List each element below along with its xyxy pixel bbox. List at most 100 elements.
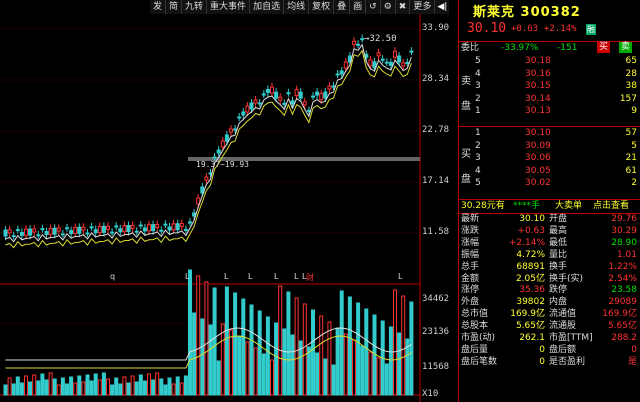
toolbar-item[interactable]: ⚙	[380, 0, 396, 14]
big-order-bar: 30.28元有 ****手 大卖单 点击查看	[459, 199, 640, 214]
candle-body	[15, 229, 20, 232]
bid-level-row[interactable]: 4 30.05 61	[459, 165, 640, 177]
candle-body	[151, 224, 156, 232]
toolbar-item[interactable]: 发	[150, 0, 167, 14]
volume-bar	[397, 332, 402, 396]
bid-level: 4	[475, 165, 481, 176]
bid-level-row[interactable]: 5 30.02 2	[459, 177, 640, 189]
ask-volume: 28	[625, 68, 637, 79]
toolbar-item[interactable]: 画	[350, 0, 367, 14]
ask-price: 30.15	[525, 81, 551, 91]
candle-body	[69, 230, 74, 235]
kline-chart-area[interactable]: 发简九转 重大事件 加自选 均线 复权叠画 ↺ ⚙ ✖ 更多 ◀| 33.90 28.34 22.…	[0, 0, 458, 402]
ask-level-row[interactable]: 4 30.16 28	[459, 68, 640, 80]
buy-button[interactable]: 买	[597, 42, 611, 53]
bid-level-row[interactable]: 1 30.10 57	[459, 127, 640, 139]
sell-button[interactable]: 卖	[619, 42, 633, 53]
volume-bar	[347, 296, 352, 396]
candle-body	[315, 91, 320, 96]
volume-bar	[290, 334, 295, 396]
ask-level-row[interactable]: 2 30.14 157	[459, 93, 640, 105]
volume-bar	[56, 384, 61, 396]
toolbar-item[interactable]: 均线	[284, 0, 310, 14]
stat-label: 市盈(动)	[461, 333, 496, 343]
candle-body	[339, 70, 344, 75]
candle-body	[28, 228, 33, 236]
volume-bar	[175, 376, 180, 396]
volume-bar	[114, 377, 119, 396]
stat-label: 换手	[549, 261, 568, 272]
toolbar-item[interactable]: 叠	[334, 0, 351, 14]
stat-value: 28.90	[611, 237, 637, 248]
toolbar-item[interactable]: 重大事件	[207, 0, 251, 14]
volume-bar	[286, 291, 291, 396]
toolbar-item[interactable]: 加自选	[250, 0, 285, 14]
volume-bar	[229, 329, 233, 396]
toolbar-item[interactable]: 九转	[182, 0, 208, 14]
volume-bar	[3, 384, 8, 396]
volume-bar	[179, 382, 184, 396]
candle-body	[356, 43, 361, 46]
volume-bar	[270, 359, 274, 396]
bid-volume: 21	[625, 153, 637, 163]
stat-value: 0	[631, 344, 637, 355]
volume-bar	[126, 382, 131, 396]
candle-body	[118, 228, 123, 233]
stat-label: 量比	[549, 249, 568, 260]
toolbar-item[interactable]: 更多	[410, 0, 436, 14]
stat-value: 29.76	[611, 214, 637, 224]
chart-toolbar: 发简九转 重大事件 加自选 均线 复权叠画 ↺ ⚙ ✖ 更多 ◀|	[150, 0, 450, 14]
volume-axis-label: 34462	[422, 294, 450, 304]
candle-body	[257, 102, 262, 105]
volume-bar	[384, 363, 389, 396]
toolbar-item[interactable]: 复权	[309, 0, 335, 14]
ask-level: 2	[475, 93, 481, 104]
volume-bar	[311, 309, 315, 396]
bid-level-row[interactable]: 3 30.06 21	[459, 152, 640, 164]
stat-value: 1.22%	[608, 261, 637, 272]
volume-bar	[200, 318, 205, 396]
kline-svg[interactable]	[0, 0, 458, 402]
stat-value: 262.1	[519, 333, 545, 343]
toolbar-item[interactable]: ✖	[395, 0, 411, 14]
candle-body	[409, 50, 414, 53]
stat-label: 流通值	[549, 309, 577, 320]
ask-level-row[interactable]: 5 30.18 65	[459, 55, 640, 67]
volume-bar	[364, 308, 369, 396]
volume-bar	[401, 295, 406, 396]
date-marker: 财	[306, 273, 314, 282]
toolbar-item[interactable]: ↺	[366, 0, 381, 14]
price-axis-label: 22.78	[422, 125, 450, 135]
candle-body	[368, 59, 373, 67]
candle-body	[405, 61, 410, 64]
bid-level-row[interactable]: 2 30.09 5	[459, 140, 640, 152]
volume-bar	[220, 323, 225, 396]
stat-row: 涨幅 +2.14% 最低 28.90	[459, 237, 640, 249]
toolbar-item[interactable]: 简	[166, 0, 183, 14]
ask-level-row[interactable]: 1 30.13 9	[459, 105, 640, 117]
last-price: 30.10	[467, 21, 507, 36]
big-order-price: 30.28元有	[461, 201, 505, 211]
candle-body	[56, 227, 61, 232]
ask-level: 1	[475, 106, 481, 116]
candle-body	[245, 105, 250, 113]
volume-bar	[155, 372, 160, 396]
volume-bar	[183, 375, 188, 396]
volume-bar	[48, 372, 53, 396]
candle-body	[311, 95, 315, 98]
date-marker: L	[248, 272, 253, 281]
date-marker: L	[294, 272, 299, 281]
candle-body	[93, 229, 98, 234]
ask-level-row[interactable]: 3 30.15 38	[459, 80, 640, 92]
candle-body	[265, 88, 270, 93]
view-details-link[interactable]: 点击查看	[593, 200, 629, 212]
stat-label: 外盘	[461, 297, 480, 308]
volume-bar	[302, 303, 307, 396]
volume-bar	[315, 352, 320, 396]
collapse-arrow-icon[interactable]: ◀|	[435, 0, 450, 14]
ask-level: 3	[475, 81, 481, 91]
stat-label: 总市值	[461, 309, 489, 320]
volume-bar	[163, 384, 168, 396]
stat-row: 外盘 39802 内盘 29089	[459, 296, 640, 308]
candle-body	[229, 128, 233, 133]
